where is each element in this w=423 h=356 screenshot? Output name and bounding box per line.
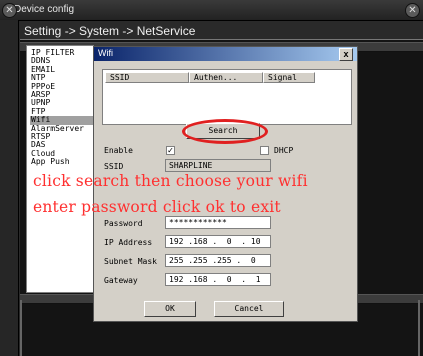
- instruction-text-1: click search then choose your wifi: [33, 172, 308, 190]
- ssid-field[interactable]: SHARPLINE: [165, 159, 271, 172]
- column-header-authentication[interactable]: Authen...: [189, 72, 263, 83]
- dialog-close-button[interactable]: x: [339, 48, 353, 61]
- close-icon[interactable]: ✕: [2, 3, 17, 18]
- subnet-mask-label: Subnet Mask: [104, 257, 157, 266]
- subnet-mask-field[interactable]: 255 .255 .255 . 0: [165, 254, 271, 267]
- instruction-text-2: enter password click ok to exit: [33, 198, 281, 216]
- left-panel: [0, 20, 19, 356]
- gateway-label: Gateway: [104, 276, 138, 285]
- password-label: Password: [104, 219, 143, 228]
- password-field[interactable]: ************: [165, 216, 271, 229]
- highlight-circle: [182, 119, 268, 144]
- breadcrumb-bar: Setting -> System -> NetService: [20, 23, 423, 40]
- service-list[interactable]: IP FILTER DDNS EMAIL NTP PPPoE ARSP UPNP FTP Wif…: [26, 45, 94, 293]
- close-icon[interactable]: ✕: [405, 3, 420, 18]
- divider: [20, 300, 22, 356]
- ssid-label: SSID: [104, 162, 124, 171]
- window-title: Device config: [14, 4, 75, 15]
- column-header-signal[interactable]: Signal: [263, 72, 315, 83]
- breadcrumb: Setting -> System -> NetService: [24, 24, 196, 38]
- ip-address-field[interactable]: 192 .168 . 0 . 10: [165, 235, 271, 248]
- check-icon: ✓: [167, 146, 174, 155]
- dialog-title-bar[interactable]: Wifi x: [94, 47, 357, 61]
- dhcp-checkbox[interactable]: [260, 146, 269, 155]
- dhcp-label: DHCP: [274, 146, 294, 155]
- ip-address-label: IP Address: [104, 238, 153, 247]
- device-config-window: Device config ✕ ✕ Setting -> System -> N…: [0, 0, 423, 356]
- ssid-list[interactable]: SSID Authen... Signal: [102, 69, 352, 125]
- cancel-button[interactable]: Cancel: [214, 301, 284, 317]
- service-list-item[interactable]: App Push: [30, 157, 93, 166]
- enable-checkbox[interactable]: ✓: [166, 146, 175, 155]
- divider: [418, 300, 420, 356]
- column-header-ssid[interactable]: SSID: [105, 72, 189, 83]
- enable-label: Enable: [104, 146, 133, 155]
- dialog-title: Wifi: [98, 48, 113, 58]
- gateway-field[interactable]: 192 .168 . 0 . 1: [165, 273, 271, 286]
- ok-button[interactable]: OK: [144, 301, 196, 317]
- title-bar[interactable]: Device config ✕ ✕: [0, 0, 423, 21]
